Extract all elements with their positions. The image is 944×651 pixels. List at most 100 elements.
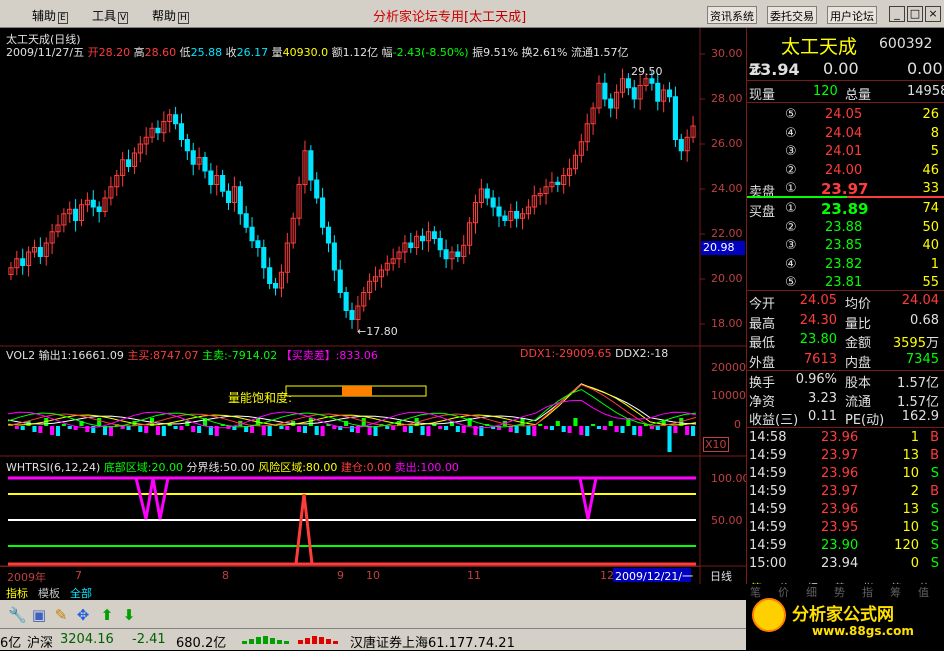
ohlc-bar: 2009/11/27/五 开28.20 高28.60 低25.88 收26.17… xyxy=(6,46,629,59)
chart-area[interactable] xyxy=(0,28,746,584)
stat-row: 今开 24.05 均价 24.04 xyxy=(747,292,944,312)
candle-body xyxy=(272,283,279,289)
volume-bar xyxy=(402,426,407,432)
volume-bar xyxy=(144,426,149,433)
stat-row: 外盘 7613 内盘 7345 xyxy=(747,351,944,371)
stat-label: 金额 xyxy=(845,336,872,351)
candle-body xyxy=(437,238,443,251)
tick-row: 14:59 23.97 2 B xyxy=(747,483,944,501)
candlestick-series xyxy=(8,68,696,331)
ask-level: ③ xyxy=(785,144,797,159)
stock-code: 600392 xyxy=(879,36,933,52)
stat-label: 量比 xyxy=(845,316,872,332)
menu-tools[interactable]: 工具 V xyxy=(92,7,129,24)
volume-bar xyxy=(620,426,625,433)
breadth-bar xyxy=(319,637,324,644)
vol-y-tick: 10000 xyxy=(711,389,746,402)
stock-name: 太工天成 xyxy=(781,36,858,58)
ask-level: ② xyxy=(785,162,797,178)
stat-value: 7345 xyxy=(905,351,939,367)
candle-body xyxy=(155,127,161,134)
breadth-bar xyxy=(277,640,282,644)
volume-bar xyxy=(85,426,90,432)
volume-bar xyxy=(297,426,302,432)
y-tick: 24.00 xyxy=(711,182,743,195)
candle-body xyxy=(20,258,26,266)
stat-label: 净资 xyxy=(749,394,776,410)
candle-body xyxy=(255,240,261,248)
y-tick: 18.00 xyxy=(711,317,743,330)
candle-body xyxy=(420,235,426,242)
broker-info: 汉唐证券上海61.177.74.21 xyxy=(350,636,515,651)
tick-vol: 10 xyxy=(902,466,919,481)
candle-body xyxy=(90,199,96,208)
volume-bar xyxy=(649,426,654,429)
trade-button[interactable]: 委托交易 xyxy=(767,6,817,24)
wrench-icon[interactable]: 🔧 xyxy=(8,606,27,624)
bid-vol: 55 xyxy=(922,275,939,290)
volume-bar xyxy=(38,426,43,433)
tab-all[interactable]: 全部 xyxy=(70,585,92,601)
vol-legend: VOL2 输出1:16661.09 主买:8747.07 主卖:-7914.02… xyxy=(6,349,378,362)
ask-row: ② 24.00 46 xyxy=(747,162,944,180)
volume-bar xyxy=(514,426,519,433)
tick-price: 23.95 xyxy=(821,520,859,535)
time-label: 9 xyxy=(337,569,344,582)
volume-bar xyxy=(267,426,272,436)
stock-header: 太工天成 600392 xyxy=(747,32,944,58)
window-icon[interactable]: ▣ xyxy=(30,606,48,624)
ask-price: 24.01 xyxy=(825,144,863,159)
maximize-icon[interactable]: □ xyxy=(907,6,923,22)
close-icon[interactable]: × xyxy=(925,6,941,22)
volume-bar xyxy=(97,418,102,426)
minimize-icon[interactable]: _ xyxy=(889,6,905,22)
breadth-bar xyxy=(256,637,261,644)
index-amount: 680.2亿 xyxy=(176,636,227,651)
ask-level: ⑤ xyxy=(785,107,797,122)
breadth-bar xyxy=(305,638,310,644)
breadth-bar xyxy=(298,640,303,644)
menu-assist[interactable]: 辅助 E xyxy=(32,7,68,24)
time-label: 10 xyxy=(366,569,380,582)
tick-side: S xyxy=(930,556,939,571)
tab-indicator[interactable]: 指标 xyxy=(6,585,28,601)
volume-bar xyxy=(538,424,543,426)
volume-bar xyxy=(308,418,313,426)
pencil-icon[interactable]: ✎ xyxy=(52,606,70,624)
candle-body xyxy=(655,82,661,102)
y-tick: 26.00 xyxy=(711,137,743,150)
candle-body xyxy=(625,78,631,89)
tick-row: 14:59 23.96 10 S xyxy=(747,465,944,483)
arrow-down-icon[interactable]: ⬇ xyxy=(120,606,138,624)
forum-button[interactable]: 用户论坛 xyxy=(827,6,877,24)
app-title: 分析家论坛专用[太工天成] xyxy=(373,10,527,25)
arrow-up-icon[interactable]: ⬆ xyxy=(98,606,116,624)
rsi-sell-signal xyxy=(578,477,598,520)
y-tick: 22.00 xyxy=(711,227,743,240)
price-change-pct: 0.00 xyxy=(907,59,943,78)
tick-price: 23.96 xyxy=(821,466,859,481)
bid-vol: 50 xyxy=(922,219,939,235)
volume-bar xyxy=(444,426,449,430)
volume-bar xyxy=(185,421,190,426)
tick-vol: 120 xyxy=(894,538,919,553)
stat-value: 162.9 xyxy=(901,409,939,424)
menu-help[interactable]: 帮助 H xyxy=(152,7,189,24)
y-tick: 28.00 xyxy=(711,92,743,105)
ask-vol: 26 xyxy=(922,107,939,122)
candle-body xyxy=(502,215,508,221)
ask-level: ① xyxy=(785,181,797,196)
volume-bar xyxy=(579,426,584,435)
tick-row: 14:59 23.95 10 S xyxy=(747,519,944,537)
tab-template[interactable]: 模板 xyxy=(38,585,60,601)
ask-row: ③ 24.01 5 xyxy=(747,143,944,161)
period-label[interactable]: 日线 xyxy=(710,568,732,584)
volume-bar xyxy=(320,426,325,436)
stat-row: 换手 0.96% 股本 1.57亿 xyxy=(747,371,944,391)
move-icon[interactable]: ✥ xyxy=(74,606,92,624)
volume-bar xyxy=(638,426,643,436)
menu-bar: 辅助 E 工具 V 帮助 H 分析家论坛专用[太工天成] 资讯系统 委托交易 用户论坛… xyxy=(0,0,944,28)
news-system-button[interactable]: 资讯系统 xyxy=(707,6,757,24)
volume-bar xyxy=(179,426,184,430)
volume-bar xyxy=(596,426,602,429)
